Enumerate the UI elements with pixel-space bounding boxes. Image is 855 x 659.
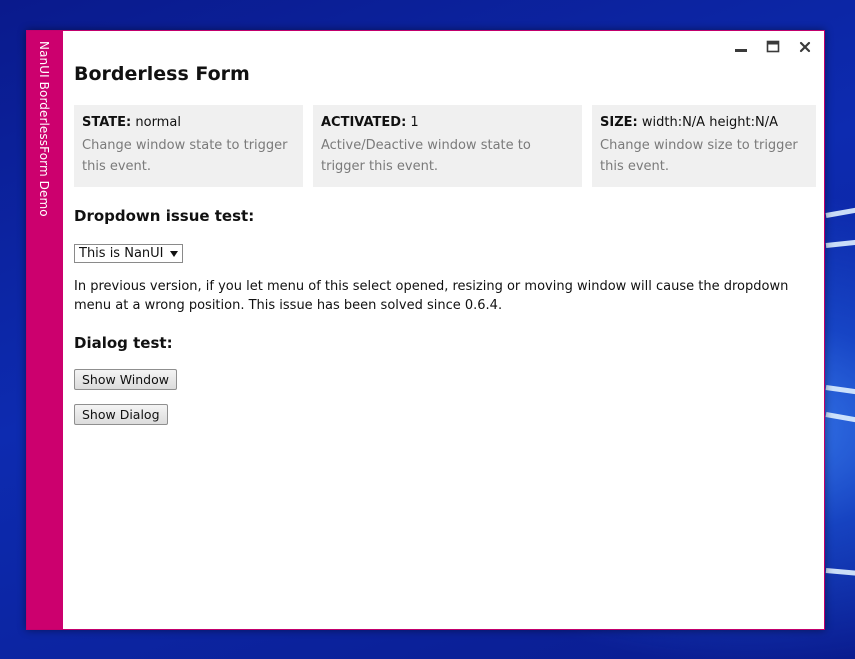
state-card: STATE: normal Change window state to tri… bbox=[74, 105, 303, 187]
status-cards: STATE: normal Change window state to tri… bbox=[74, 105, 816, 187]
show-dialog-button[interactable]: Show Dialog bbox=[74, 404, 168, 425]
page-title: Borderless Form bbox=[74, 63, 250, 85]
dialog-section-title: Dialog test: bbox=[74, 334, 173, 352]
nanui-select[interactable]: This is NanUI bbox=[74, 244, 183, 263]
dropdown-section-title: Dropdown issue test: bbox=[74, 207, 255, 225]
wallpaper-light-beam bbox=[825, 568, 855, 579]
size-value: width:N/A height:N/A bbox=[641, 115, 779, 130]
select-value: This is NanUI bbox=[79, 246, 164, 261]
wallpaper-light-beam bbox=[825, 202, 855, 218]
chevron-down-icon bbox=[169, 250, 178, 257]
size-card: SIZE: width:N/A height:N/A Change window… bbox=[592, 105, 816, 187]
state-value: normal bbox=[135, 115, 181, 130]
wallpaper-light-beam bbox=[825, 412, 855, 428]
activated-card: ACTIVATED: 1 Active/Deactive window stat… bbox=[313, 105, 582, 187]
activated-label: ACTIVATED: bbox=[321, 115, 407, 130]
size-label: SIZE: bbox=[600, 115, 638, 130]
state-label: STATE: bbox=[82, 115, 132, 130]
window-sidebar[interactable]: NanUI BorderlessForm Demo bbox=[27, 31, 63, 629]
dropdown-description: In previous version, if you let menu of … bbox=[74, 279, 789, 313]
state-line: STATE: normal bbox=[82, 114, 295, 132]
activated-description: Active/Deactive window state to trigger … bbox=[321, 138, 531, 174]
wallpaper-light-beam bbox=[825, 385, 855, 399]
wallpaper-light-beam bbox=[825, 236, 855, 248]
main-content: Borderless Form STATE: normal Change win… bbox=[74, 31, 816, 629]
activated-line: ACTIVATED: 1 bbox=[321, 114, 574, 132]
activated-value: 1 bbox=[410, 115, 419, 130]
sidebar-title: NanUI BorderlessForm Demo bbox=[37, 41, 51, 217]
borderless-window: NanUI BorderlessForm Demo Borderless For… bbox=[26, 30, 825, 630]
show-window-button[interactable]: Show Window bbox=[74, 369, 177, 390]
state-description: Change window state to trigger this even… bbox=[82, 138, 288, 174]
size-line: SIZE: width:N/A height:N/A bbox=[600, 114, 808, 132]
size-description: Change window size to trigger this event… bbox=[600, 138, 798, 174]
